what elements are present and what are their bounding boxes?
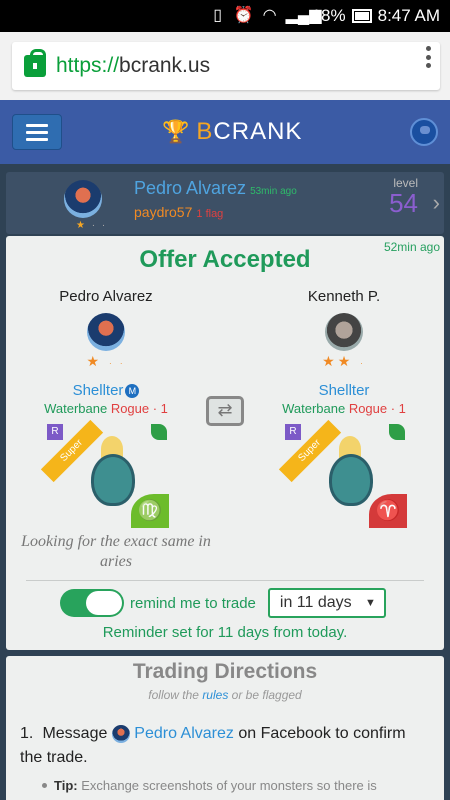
step-user-link[interactable]: Pedro Alvarez <box>134 725 234 742</box>
step-1: 1. Message Pedro Alvarez on Facebook to … <box>20 724 406 766</box>
right-monster-name[interactable]: Shellter <box>244 382 444 399</box>
right-monster-image[interactable]: Super R ♈ <box>278 419 407 528</box>
flag-count: 1 flag <box>196 208 224 220</box>
virgo-icon: ♍ <box>131 494 169 528</box>
brand-logo[interactable]: 🏆 BCRANK <box>162 118 302 146</box>
m-badge: M <box>125 384 140 399</box>
remind-toggle[interactable] <box>60 589 124 617</box>
menu-button[interactable] <box>12 114 62 150</box>
mini-avatar <box>111 724 130 743</box>
clock: 8:47 AM <box>377 6 440 25</box>
trading-directions: Trading Directions follow the rules or b… <box>6 656 444 800</box>
rarity-badge: R <box>285 424 301 440</box>
right-avatar[interactable] <box>325 313 363 351</box>
page-content: ★ · · Pedro Alvarez 53min ago paydro57 1 f… <box>0 164 450 800</box>
directions-title: Trading Directions <box>132 660 318 683</box>
left-avatar[interactable] <box>87 313 125 351</box>
lock-icon <box>24 49 46 77</box>
aries-icon: ♈ <box>369 494 407 528</box>
right-monster-attrs: Waterbane Rogue · 1 <box>282 401 406 416</box>
directions-subtitle: follow the rules or be flagged <box>148 688 302 702</box>
globe-icon[interactable] <box>410 118 438 146</box>
offer-right-side: Kenneth P. ★★ · Shellter Waterbane Rogue… <box>244 288 444 528</box>
offer-left-side: Pedro Alvarez ★ · · Shellter M Waterbane … <box>6 288 206 528</box>
monster-sprite <box>91 454 135 506</box>
monster-sprite <box>329 454 373 506</box>
user-row[interactable]: ★ · · Pedro Alvarez 53min ago paydro57 1 f… <box>6 172 444 234</box>
chevron-right-icon[interactable]: › <box>433 190 440 216</box>
offer-card: 52min ago Offer Accepted Pedro Alvarez ★… <box>6 236 444 650</box>
tip-text: Tip: Exchange screenshots of your monste… <box>42 778 434 793</box>
alarm-icon: ⏰ <box>233 7 254 24</box>
left-monster-attrs: Waterbane Rogue · 1 <box>44 401 168 416</box>
vibrate-icon: ▯ <box>213 7 222 24</box>
url-text[interactable]: https://bcrank.us <box>56 54 210 78</box>
left-stars: ★ · · <box>86 353 126 369</box>
trophy-icon: 🏆 <box>162 119 191 144</box>
level-number: 54 <box>389 188 418 218</box>
right-player-name[interactable]: Kenneth P. <box>244 288 444 305</box>
wifi-icon: ◠ <box>262 7 277 24</box>
offer-title: Offer Accepted <box>139 246 311 273</box>
looking-for-note: Looking for the exact same in aries <box>21 533 211 570</box>
browser-toolbar: https://bcrank.us <box>0 32 450 100</box>
user-posted-ago: 53min ago <box>250 186 297 197</box>
battery-percent: 18% <box>311 6 346 25</box>
left-monster-image[interactable]: Super R ♍ <box>40 419 169 528</box>
left-player-name[interactable]: Pedro Alvarez <box>6 288 206 305</box>
leaf-icon <box>389 424 405 440</box>
rules-link[interactable]: rules <box>202 688 228 702</box>
caret-down-icon: ▼ <box>365 597 376 609</box>
rarity-badge: R <box>47 424 63 440</box>
user-handle: paydro57 1 flag <box>134 204 224 220</box>
divider <box>26 580 424 581</box>
remind-days-select[interactable]: in 11 days ▼ <box>267 588 386 618</box>
app-header: 🏆 BCRANK <box>0 100 450 164</box>
level-display: level 54 <box>389 176 418 218</box>
status-bar: ▯ ⏰ ◠ ▂▄▆ 18% 8:47 AM <box>0 0 450 32</box>
reminder-message: Reminder set for 11 days from today. <box>102 624 348 641</box>
address-bar[interactable]: https://bcrank.us <box>12 42 440 90</box>
leaf-icon <box>151 424 167 440</box>
avatar <box>64 180 102 218</box>
user-name[interactable]: Pedro Alvarez 53min ago <box>134 178 297 199</box>
swap-icon: ⇄ <box>206 396 244 426</box>
signal-icon: ▂▄▆ <box>285 7 322 24</box>
reminder-controls: remind me to trade in 11 days ▼ <box>60 588 386 618</box>
right-stars: ★★ · <box>322 353 366 369</box>
remind-label: remind me to trade <box>130 594 256 612</box>
more-options-icon[interactable] <box>426 46 432 68</box>
user-stars: ★ · · <box>76 220 108 231</box>
left-monster-name[interactable]: Shellter M <box>6 382 206 399</box>
battery-icon <box>351 9 372 23</box>
